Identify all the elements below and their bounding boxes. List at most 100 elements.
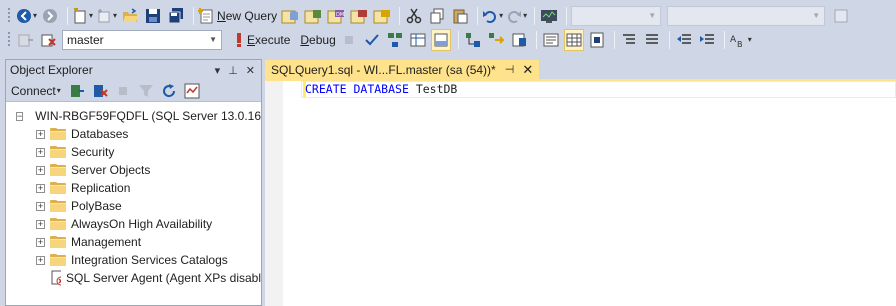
new-project-button[interactable]: ▾ (72, 5, 93, 27)
folder-icon (50, 200, 66, 212)
filter-button[interactable] (136, 80, 156, 102)
refresh-button[interactable] (159, 80, 179, 102)
expand-icon[interactable]: + (36, 129, 45, 139)
new-query-icon (198, 7, 213, 23)
separator (566, 6, 568, 25)
live-query-stats-button[interactable] (486, 29, 506, 51)
tree-node-databases[interactable]: + Databases (6, 125, 261, 143)
increase-indent-button[interactable] (697, 29, 717, 51)
activity-monitor-icon (184, 83, 200, 98)
expand-icon[interactable]: + (36, 219, 45, 229)
pin-icon[interactable]: ⊥ (228, 64, 238, 77)
paste-button[interactable] (450, 5, 470, 27)
tree-node-server[interactable]: − WIN-RBGF59FQDFL (SQL Server 13.0.16 (6, 107, 261, 125)
save-all-button[interactable] (166, 5, 186, 27)
connect-button[interactable] (16, 29, 36, 51)
tree-node-security[interactable]: + Security (6, 143, 261, 161)
object-explorer-panel: Object Explorer ▾ ⊥ ✕ Connect ▾ − WIN-RB… (5, 59, 262, 306)
scissors-icon (406, 8, 422, 23)
query-editor[interactable]: CREATE DATABASE TestDB (265, 81, 896, 306)
template-values-icon: AB (730, 35, 743, 48)
expand-icon[interactable]: + (36, 147, 45, 157)
toolbar-grip[interactable] (7, 31, 11, 48)
disconnect-button[interactable] (90, 80, 110, 102)
cut-button[interactable] (404, 5, 424, 27)
toolbar-grip[interactable] (7, 7, 11, 24)
dax-query-button[interactable] (372, 5, 392, 27)
results-to-file-button[interactable] (587, 29, 607, 51)
code-line-1[interactable]: CREATE DATABASE TestDB (305, 82, 457, 97)
activity-monitor-button[interactable] (182, 80, 202, 102)
tree-node-alwayson-high-availability[interactable]: + AlwaysOn High Availability (6, 215, 261, 233)
estimated-plan-button[interactable] (385, 29, 405, 51)
sql-editor-toolbar: master ▼ Execute Debug A B ▾ (0, 27, 896, 52)
uncomment-lines-button[interactable] (642, 29, 662, 51)
results-to-grid-button[interactable] (563, 28, 584, 51)
connect-dropdown-button[interactable]: Connect ▾ (11, 80, 61, 102)
results-options-button[interactable] (430, 28, 451, 51)
available-databases-dropdown[interactable]: master ▼ (62, 29, 222, 50)
stop-button[interactable] (113, 80, 133, 102)
debug-button[interactable]: Debug (297, 29, 335, 51)
tree-node-sql-server-agent[interactable]: SQL Server Agent (Agent XPs disabl (6, 269, 261, 287)
solution-config-dropdown[interactable]: ▼ (571, 5, 662, 26)
save-button[interactable] (143, 5, 163, 27)
change-connection-button[interactable] (39, 29, 59, 51)
tree-node-label: Server Objects (71, 163, 151, 177)
execute-button[interactable]: Execute (234, 29, 290, 51)
tree-node-replication[interactable]: + Replication (6, 179, 261, 197)
specify-template-values-button[interactable]: AB ▾ (729, 29, 752, 51)
connect-object-explorer-button[interactable] (67, 80, 87, 102)
close-icon[interactable]: ✕ (246, 64, 255, 77)
open-file-button[interactable] (120, 5, 140, 27)
query-designer-button[interactable] (408, 29, 428, 51)
folder-icon (50, 254, 66, 266)
copy-button[interactable] (427, 5, 447, 27)
collapse-icon[interactable]: − (16, 111, 24, 121)
decrease-indent-button[interactable] (674, 29, 694, 51)
client-statistics-button[interactable] (509, 29, 529, 51)
tree-node-polybase[interactable]: + PolyBase (6, 197, 261, 215)
folder-icon (50, 146, 66, 158)
solution-platform-dropdown[interactable]: ▼ (667, 5, 826, 26)
find-in-files-button[interactable] (831, 5, 851, 27)
tree-node-label: PolyBase (71, 199, 122, 213)
mdx-query-button[interactable] (303, 5, 323, 27)
window-position-dropdown-icon[interactable]: ▾ (215, 64, 221, 77)
activity-monitor-button[interactable] (539, 5, 559, 27)
save-disk-icon (146, 8, 161, 23)
tree-node-integration-services-catalogs[interactable]: + Integration Services Catalogs (6, 251, 261, 269)
results-to-text-button[interactable] (541, 29, 561, 51)
document-tab-sqlquery1[interactable]: SQLQuery1.sql - WI...FL.master (sa (54))… (265, 60, 540, 79)
parse-button[interactable] (362, 29, 382, 51)
expand-icon[interactable]: + (36, 237, 45, 247)
folder-icon (50, 218, 66, 230)
dmx-query-button[interactable]: DMX (326, 5, 346, 27)
tree-node-server-objects[interactable]: + Server Objects (6, 161, 261, 179)
query-designer-icon (410, 33, 426, 46)
back-button[interactable]: ▾ (16, 5, 37, 27)
separator (534, 6, 536, 25)
tree-node-management[interactable]: + Management (6, 233, 261, 251)
expand-icon[interactable]: + (36, 165, 45, 175)
xmla-query-button[interactable] (349, 5, 369, 27)
add-item-button[interactable]: ▾ (96, 5, 117, 27)
client-statistics-icon (512, 33, 526, 46)
expand-icon[interactable]: + (36, 255, 45, 265)
forward-button[interactable] (40, 5, 60, 27)
new-query-button[interactable]: New Query (198, 5, 277, 27)
execute-label: Execute (247, 32, 291, 47)
tree-node-label: AlwaysOn High Availability (71, 217, 213, 231)
undo-button[interactable]: ▾ (482, 5, 503, 27)
copy-icon (430, 8, 444, 23)
db-engine-query-button[interactable] (280, 5, 300, 27)
expand-icon[interactable]: + (36, 201, 45, 211)
expand-icon[interactable]: + (36, 183, 45, 193)
pin-tab-icon[interactable]: ⊣ (505, 63, 515, 76)
cancel-query-button[interactable] (339, 29, 359, 51)
include-actual-plan-button[interactable] (463, 29, 483, 51)
comment-lines-button[interactable] (619, 29, 639, 51)
redo-button[interactable]: ▾ (506, 5, 527, 27)
close-tab-icon[interactable]: ✕ (522, 62, 533, 78)
svg-text:B: B (737, 40, 743, 48)
